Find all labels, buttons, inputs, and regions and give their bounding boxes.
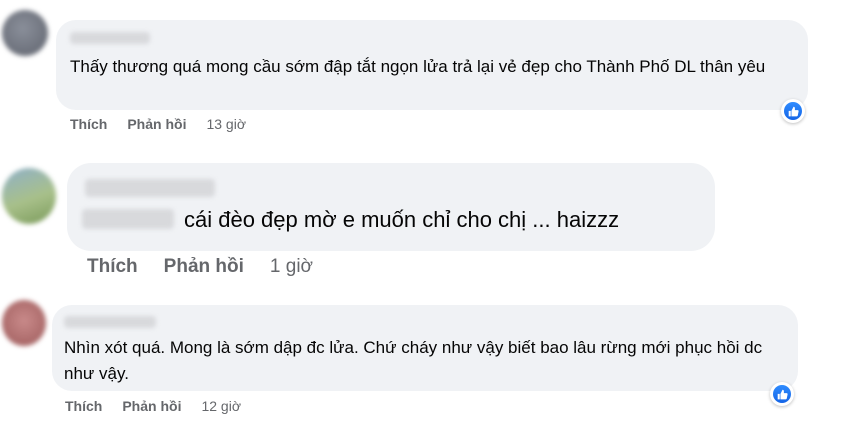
avatar[interactable]	[2, 300, 46, 346]
author-name-redacted[interactable]	[85, 179, 215, 197]
reply-link[interactable]: Phản hồi	[122, 398, 181, 414]
reaction-like[interactable]	[781, 99, 805, 123]
comment-bubble: Thấy thương quá mong cầu sớm đập tắt ngọ…	[56, 20, 808, 110]
reply-link[interactable]: Phản hồi	[164, 256, 244, 278]
timestamp[interactable]: 12 giờ	[201, 398, 241, 414]
comment-text: Thấy thương quá mong cầu sớm đập tắt ngọ…	[70, 57, 766, 76]
like-link[interactable]: Thích	[70, 116, 107, 132]
like-icon	[784, 102, 802, 120]
reaction-like[interactable]	[770, 382, 794, 406]
author-name-redacted[interactable]	[70, 32, 150, 44]
avatar[interactable]	[2, 168, 56, 224]
timestamp[interactable]: 13 giờ	[206, 116, 246, 132]
mention-redacted[interactable]	[82, 209, 174, 229]
avatar[interactable]	[2, 10, 48, 56]
comment-actions: Thích Phản hồi 1 giờ	[87, 255, 313, 279]
comment-text: cái đèo đẹp mờ e muốn chỉ cho chị ... ha…	[184, 207, 620, 232]
reply-link[interactable]: Phản hồi	[127, 116, 186, 132]
comment-text: Nhìn xót quá. Mong là sớm dập đc lửa. Ch…	[64, 338, 763, 383]
timestamp[interactable]: 1 giờ	[270, 256, 313, 278]
like-icon	[773, 385, 791, 403]
author-name-redacted[interactable]	[64, 316, 156, 328]
like-link[interactable]: Thích	[65, 398, 102, 414]
comment-actions: Thích Phản hồi 13 giờ	[70, 115, 246, 133]
comment-bubble: cái đèo đẹp mờ e muốn chỉ cho chị ... ha…	[67, 163, 715, 251]
like-link[interactable]: Thích	[87, 256, 138, 278]
comment-bubble: Nhìn xót quá. Mong là sớm dập đc lửa. Ch…	[52, 305, 798, 391]
comment-actions: Thích Phản hồi 12 giờ	[65, 397, 241, 415]
